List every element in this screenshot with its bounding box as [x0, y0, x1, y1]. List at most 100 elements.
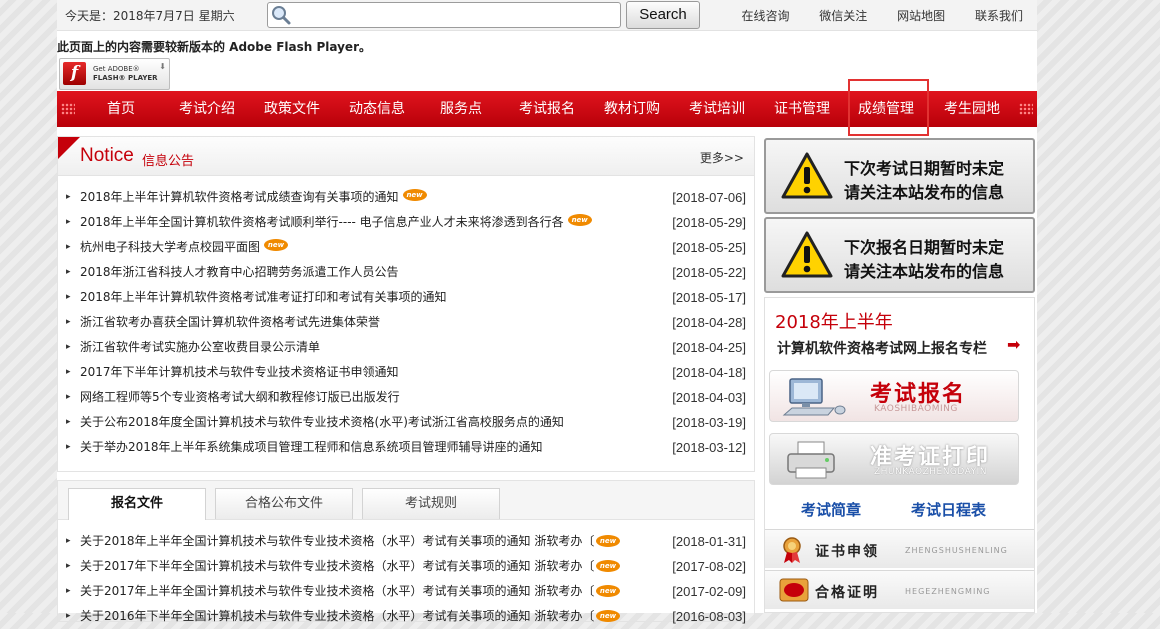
tab-registration-docs[interactable]: 报名文件 — [68, 488, 206, 520]
admission-ticket-print-button[interactable]: 准考证打印 ZHUNKAOZHENGDAYIN — [769, 433, 1019, 485]
certificate-application-label: 证书申领 — [815, 544, 879, 560]
top-link-consult[interactable]: 在线咨询 — [741, 9, 789, 23]
top-links: 在线咨询 微信关注 网站地图 联系我们 — [715, 7, 1023, 24]
notice-item-date: [2018-07-06] — [672, 190, 746, 205]
nav-item-scores[interactable]: 成绩管理 — [846, 91, 926, 127]
main-nav: 首页 考试介绍 政策文件 动态信息 服务点 考试报名 教材订购 考试培训 证书管… — [57, 91, 1037, 127]
bullet-icon: ▸ — [66, 442, 71, 452]
flash-required-message: 此页面上的内容需要较新版本的 Adobe Flash Player。 — [57, 40, 371, 54]
notice-item[interactable]: ▸ 2018年上半年计算机软件资格考试准考证打印和考试有关事项的通知 [2018-0… — [64, 285, 748, 310]
top-link-sitemap[interactable]: 网站地图 — [897, 9, 945, 23]
corner-marker-icon — [58, 137, 80, 159]
document-item-title[interactable]: 关于2016年下半年全国计算机技术与软件专业技术资格（水平）考试有关事项的通知 … — [80, 604, 594, 629]
new-badge-icon: new — [264, 239, 289, 251]
top-link-wechat[interactable]: 微信关注 — [819, 9, 867, 23]
notice-item-title[interactable]: 关于举办2018年上半年系统集成项目管理工程师和信息系统项目管理师辅导讲座的通知 — [80, 435, 543, 460]
notice-list: ▸ 2018年上半年计算机软件资格考试成绩查询有关事项的通知 new [2018-07… — [64, 185, 748, 460]
nav-grip-left-icon — [61, 103, 75, 115]
pass-certificate-pinyin: HEGEZHENGMING — [905, 587, 991, 596]
page: 今天是：2018年7月7日 星期六 Search 在线咨询 微信关注 网站地图 … — [57, 0, 1037, 624]
document-item[interactable]: ▸ 关于2017年上半年全国计算机技术与软件专业技术资格（水平）考试有关事项的通知… — [64, 579, 748, 604]
nav-item-service-points[interactable]: 服务点 — [429, 91, 493, 127]
nav-item-candidate-corner[interactable]: 考生园地 — [932, 91, 1012, 127]
notice-item[interactable]: ▸ 杭州电子科技大学考点校园平面图 new [2018-05-25] — [64, 235, 748, 260]
notice-item[interactable]: ▸ 浙江省软考办喜获全国计算机软件资格考试先进集体荣誉 [2018-04-28] — [64, 310, 748, 335]
bullet-icon: ▸ — [66, 536, 71, 546]
exam-date-notice: 下次考试日期暂时未定 请关注本站发布的信息 — [764, 138, 1035, 214]
notice-item-date: [2018-05-25] — [672, 240, 746, 255]
computer-icon — [782, 378, 846, 416]
notice-item-date: [2018-05-22] — [672, 265, 746, 280]
notice-more-link[interactable]: 更多>> — [700, 149, 744, 166]
notice-item[interactable]: ▸ 2017年下半年计算机技术与软件专业技术资格证书申领通知 [2018-04-18… — [64, 360, 748, 385]
exam-schedule-link[interactable]: 考试日程表 — [911, 499, 986, 520]
notice-item[interactable]: ▸ 关于公布2018年度全国计算机技术与软件专业技术资格(水平)考试浙江省高校服务… — [64, 410, 748, 435]
exam-registration-button[interactable]: 考试报名 KAOSHIBAOMING — [769, 370, 1019, 422]
notice-item[interactable]: ▸ 网络工程师等5个专业资格考试大纲和教程修订版已出版发行 [2018-04-03] — [64, 385, 748, 410]
nav-item-certificates[interactable]: 证书管理 — [762, 91, 842, 127]
nav-grip-right-icon — [1019, 103, 1033, 115]
admission-ticket-pinyin: ZHUNKAOZHENGDAYIN — [874, 467, 988, 477]
search-box[interactable] — [267, 2, 621, 28]
document-item[interactable]: ▸ 关于2017年下半年全国计算机技术与软件专业技术资格（水平）考试有关事项的通知… — [64, 554, 748, 579]
notice-item-date: [2018-04-28] — [672, 315, 746, 330]
new-badge-icon: new — [596, 535, 620, 547]
notice-item-title[interactable]: 2018年浙江省科技人才教育中心招聘劳务派遣工作人员公告 — [80, 260, 399, 285]
notice-item-title[interactable]: 2018年上半年计算机软件资格考试成绩查询有关事项的通知 new — [80, 185, 427, 210]
search-input[interactable] — [294, 5, 618, 25]
nav-item-home[interactable]: 首页 — [93, 91, 149, 127]
notice-item-date: [2018-05-29] — [672, 215, 746, 230]
get-flash-player-button[interactable]: f Get ADOBE® FLASH® PLAYER ⬇ — [59, 58, 170, 90]
notice-item[interactable]: ▸ 浙江省软件考试实施办公室收费目录公示清单 [2018-04-25] — [64, 335, 748, 360]
document-item[interactable]: ▸ 关于2016年下半年全国计算机技术与软件专业技术资格（水平）考试有关事项的通知… — [64, 604, 748, 629]
certificate-application-item[interactable]: 证书申领 ZHENGSHUSHENLING — [765, 529, 1034, 568]
today-date: 今天是：2018年7月7日 星期六 — [65, 9, 235, 23]
notice-item-title[interactable]: 网络工程师等5个专业资格考试大纲和教程修订版已出版发行 — [80, 385, 400, 410]
nav-item-textbooks[interactable]: 教材订购 — [592, 91, 672, 127]
document-item[interactable]: ▸ 关于2018年上半年全国计算机技术与软件专业技术资格（水平）考试有关事项的通知… — [64, 529, 748, 554]
bullet-icon: ▸ — [66, 586, 71, 596]
search-button[interactable]: Search — [626, 1, 700, 29]
notice-item-title[interactable]: 浙江省软考办喜获全国计算机软件资格考试先进集体荣誉 — [80, 310, 380, 335]
warning-icon — [781, 231, 833, 278]
flash-badge-line1: Get ADOBE® — [93, 65, 140, 73]
notice-item-title[interactable]: 2018年上半年全国计算机软件资格考试顺利举行---- 电子信息产业人才未来将渗… — [80, 210, 592, 235]
notice-item-title[interactable]: 浙江省软件考试实施办公室收费目录公示清单 — [80, 335, 320, 360]
flash-badge-line2: FLASH® PLAYER — [93, 74, 158, 82]
notice-item-date: [2018-03-19] — [672, 415, 746, 430]
notice-item[interactable]: ▸ 2018年上半年计算机软件资格考试成绩查询有关事项的通知 new [2018-07… — [64, 185, 748, 210]
document-item-title[interactable]: 关于2018年上半年全国计算机技术与软件专业技术资格（水平）考试有关事项的通知 … — [80, 529, 594, 554]
bullet-icon: ▸ — [66, 217, 71, 227]
pass-certificate-item[interactable]: 合格证明 HEGEZHENGMING — [765, 570, 1034, 609]
nav-item-policy[interactable]: 政策文件 — [252, 91, 332, 127]
notice-item-title[interactable]: 2017年下半年计算机技术与软件专业技术资格证书申领通知 — [80, 360, 399, 385]
notice-item-title[interactable]: 关于公布2018年度全国计算机技术与软件专业技术资格(水平)考试浙江省高校服务点… — [80, 410, 564, 435]
nav-item-registration[interactable]: 考试报名 — [507, 91, 587, 127]
notice-panel: Notice 信息公告 更多>> ▸ 2018年上半年计算机软件资格考试成绩查询有… — [57, 136, 755, 472]
nav-item-training[interactable]: 考试培训 — [677, 91, 757, 127]
top-link-contact[interactable]: 联系我们 — [975, 9, 1023, 23]
new-badge-icon: new — [596, 610, 620, 622]
registration-subtitle: 计算机软件资格考试网上报名专栏 — [777, 341, 987, 357]
document-item-date: [2018-01-31] — [672, 534, 746, 549]
nav-item-news[interactable]: 动态信息 — [337, 91, 417, 127]
search-icon — [272, 6, 291, 25]
registration-date-notice: 下次报名日期暂时未定 请关注本站发布的信息 — [764, 217, 1035, 293]
notice-item[interactable]: ▸ 2018年浙江省科技人才教育中心招聘劳务派遣工作人员公告 [2018-05-22… — [64, 260, 748, 285]
documents-tabs: 报名文件 合格公布文件 考试规则 — [58, 481, 754, 520]
tab-pass-announcements[interactable]: 合格公布文件 — [215, 488, 353, 519]
document-item-date: [2017-02-09] — [672, 584, 746, 599]
exam-brief-link[interactable]: 考试简章 — [801, 499, 861, 520]
tab-exam-rules[interactable]: 考试规则 — [362, 488, 500, 519]
notice-item-title[interactable]: 2018年上半年计算机软件资格考试准考证打印和考试有关事项的通知 — [80, 285, 447, 310]
notice-item[interactable]: ▸ 2018年上半年全国计算机软件资格考试顺利举行---- 电子信息产业人才未来将… — [64, 210, 748, 235]
notice-item-title[interactable]: 杭州电子科技大学考点校园平面图 new — [80, 235, 289, 260]
document-item-title[interactable]: 关于2017年上半年全国计算机技术与软件专业技术资格（水平）考试有关事项的通知 … — [80, 579, 594, 604]
nav-item-exam-intro[interactable]: 考试介绍 — [167, 91, 247, 127]
document-item-title[interactable]: 关于2017年下半年全国计算机技术与软件专业技术资格（水平）考试有关事项的通知 … — [80, 554, 594, 579]
document-item-date: [2016-08-03] — [672, 609, 746, 624]
bullet-icon: ▸ — [66, 367, 71, 377]
notice-item-date: [2018-04-03] — [672, 390, 746, 405]
notice-item[interactable]: ▸ 关于举办2018年上半年系统集成项目管理工程师和信息系统项目管理师辅导讲座的通… — [64, 435, 748, 460]
bullet-icon: ▸ — [66, 611, 71, 621]
